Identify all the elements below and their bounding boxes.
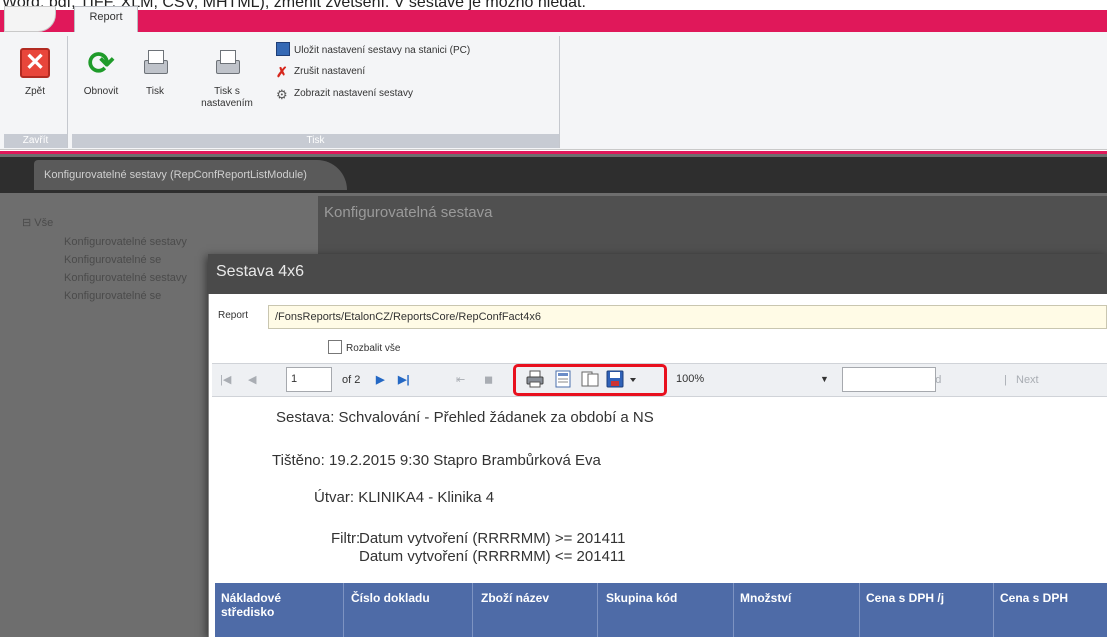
ribbon-group-close: ✕ Zpět Zavřít [4,36,68,148]
field-printed: Tištěno: 19.2.2015 9:30 Stapro Brambůrko… [272,452,601,469]
previous-page-icon[interactable]: ◀ [248,372,256,388]
column-divider [993,583,994,637]
save-disk-icon [276,42,290,56]
column-divider [733,583,734,637]
tree-item[interactable]: Konfigurovatelné se [64,290,161,302]
tree-root-item[interactable]: ⊟ Vše [22,216,53,229]
dialog-title-bar[interactable] [208,254,1107,294]
save-settings-label: Uložit nastavení sestavy na stanici (PC) [294,45,471,56]
refresh-button[interactable]: ⟳ Obnovit [78,45,124,98]
expand-all-label: Rozbalit vše [346,343,401,354]
first-page-icon[interactable]: |◀ [220,372,231,388]
zoom-value: 100% [676,373,705,385]
checkbox-box[interactable] [328,340,342,354]
stop-icon[interactable]: ◼ [484,372,493,388]
field-report: Sestava: Schvalování - Přehled žádanek z… [276,409,654,426]
show-settings-button[interactable]: ⚙ Zobrazit nastavení sestavy [276,86,413,102]
tree-root-label: Vše [34,217,54,229]
print-with-settings-button[interactable]: Tisk s nastavením [190,48,264,110]
print-button[interactable]: Tisk [132,48,178,98]
panel-title: Konfigurovatelná sestava [324,204,493,221]
print-button-label: Tisk [146,86,164,97]
printer-settings-icon [212,48,242,78]
report-path-field[interactable]: /FonsReports/EtalonCZ/ReportsCore/RepCon… [268,305,1107,329]
cancel-x-icon: ✗ [276,64,288,80]
close-icon: ✕ [20,48,50,78]
document-tab[interactable]: Konfigurovatelné sestavy (RepConfReportL… [34,160,347,190]
toolbar-separator: | [1004,374,1007,386]
column-header[interactable]: Cena s DPH /j [866,591,944,605]
tree-item[interactable]: Konfigurovatelné se [64,254,161,266]
column-divider [343,583,344,637]
sliders-icon: ⚙ [276,87,288,102]
column-header[interactable]: Nákladové středisko [221,591,331,619]
column-header[interactable]: Zboží název [481,591,549,605]
export-highlight [513,364,667,396]
field-value: 19.2.2015 9:30 Stapro Brambůrková Eva [328,452,601,469]
last-page-icon[interactable]: ▶| [398,372,410,388]
filter-label: Filtr: [331,530,361,547]
print-settings-label-line1: Tisk s [214,86,240,97]
cancel-settings-label: Zrušit nastavení [294,66,366,77]
group-footer-print: Tisk [72,134,559,148]
find-next-button[interactable]: Next [1016,372,1039,388]
tree-item[interactable]: Konfigurovatelné sestavy [64,272,187,284]
filter-line: Datum vytvoření (RRRRMM) >= 201411 [359,530,626,547]
report-path-label: Report [218,310,249,321]
field-label: Útvar: [314,489,355,506]
zoom-select[interactable]: 100% ▼ [676,367,836,392]
tree-item[interactable]: Konfigurovatelné sestavy [64,236,187,248]
back-button-label: Zpět [24,86,45,97]
refresh-icon: ⟳ [87,45,115,81]
column-divider [859,583,860,637]
print-settings-label-line2: nastavením [201,98,253,109]
application-menu-button[interactable] [4,6,56,32]
filter-line: Datum vytvoření (RRRRMM) <= 201411 [359,548,626,565]
dialog-title: Sestava 4x6 [216,263,305,280]
refresh-button-label: Obnovit [83,86,119,97]
field-value: KLINIKA4 - Klinika 4 [358,489,495,506]
expand-all-checkbox[interactable]: Rozbalit vše [328,340,400,354]
ribbon-header-bar [0,10,1107,32]
show-settings-label: Zobrazit nastavení sestavy [294,88,413,99]
back-button[interactable]: ✕ Zpět [12,48,58,98]
cancel-settings-button[interactable]: ✗ Zrušit nastavení [276,64,365,80]
field-label: Sestava: [276,409,335,426]
page-count: of 2 [342,374,361,386]
next-page-icon[interactable]: ▶ [376,372,384,388]
find-input[interactable] [842,367,936,392]
column-header[interactable]: Skupina kód [606,591,677,605]
printer-icon [140,48,170,78]
page-number-input[interactable]: 1 [286,367,332,392]
tab-report[interactable]: Report [74,6,138,32]
group-footer-close: Zavřít [4,134,67,148]
column-divider [472,583,473,637]
column-divider [597,583,598,637]
field-department: Útvar: KLINIKA4 - Klinika 4 [314,489,494,506]
column-header[interactable]: Číslo dokladu [351,591,430,605]
column-header[interactable]: Cena s DPH [1000,591,1068,605]
column-header[interactable]: Množství [740,591,791,605]
save-settings-button[interactable]: Uložit nastavení sestavy na stanici (PC) [276,42,470,58]
back-icon[interactable]: ⇤ [456,372,465,388]
chevron-down-icon: ▼ [820,374,829,384]
field-value: Schvalování - Přehled žádanek za období … [338,409,654,426]
accent-divider [0,151,1107,154]
field-label: Tištěno: [272,452,325,469]
